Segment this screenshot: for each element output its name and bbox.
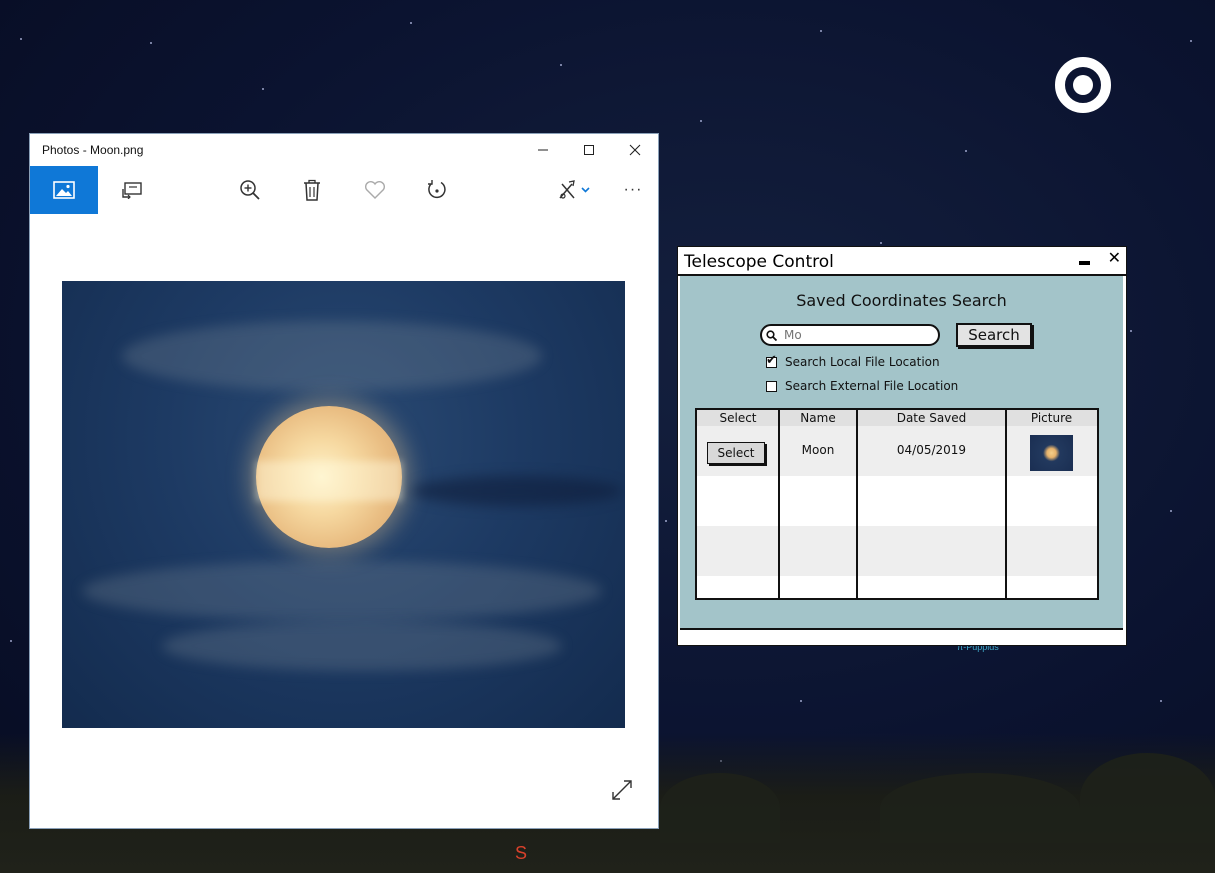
minimize-button[interactable] — [520, 134, 566, 166]
search-local-checkbox-row[interactable]: Search Local File Location — [766, 353, 940, 370]
treeline — [1080, 753, 1215, 843]
table-header: Select Name Date Saved Picture — [697, 410, 1097, 427]
slideshow-button[interactable] — [112, 166, 152, 214]
telescope-minimize-button[interactable] — [1079, 261, 1090, 265]
photos-titlebar: Photos - Moon.png — [30, 134, 658, 166]
column-divider — [1005, 410, 1007, 598]
header-select: Select — [719, 411, 757, 425]
search-local-checkbox[interactable] — [766, 353, 777, 368]
rotate-icon — [428, 180, 446, 199]
view-image-button[interactable] — [30, 166, 98, 214]
telescope-window-title: Telescope Control — [684, 252, 834, 272]
more-button[interactable]: ··· — [615, 166, 651, 214]
close-button[interactable] — [612, 134, 658, 166]
edit-create-icon — [559, 180, 590, 199]
close-icon — [629, 144, 641, 156]
cloud — [122, 321, 542, 391]
trash-icon — [304, 179, 320, 201]
column-divider — [778, 410, 780, 598]
maximize-button[interactable] — [566, 134, 612, 166]
slideshow-icon — [122, 182, 142, 199]
header-picture: Picture — [1030, 411, 1073, 425]
delete-button[interactable] — [292, 166, 332, 214]
column-divider — [856, 410, 858, 598]
header-date-saved: Date Saved — [896, 411, 967, 425]
zoom-in-icon — [240, 180, 260, 200]
dark-cloud — [412, 476, 622, 506]
select-row-button[interactable]: Select — [707, 442, 765, 464]
maximize-icon — [584, 145, 594, 155]
telescope-titlebar: Telescope Control ✕ — [678, 247, 1126, 276]
telescope-panel: Saved Coordinates Search Search Search L… — [680, 276, 1123, 630]
telescope-close-button[interactable]: ✕ — [1108, 248, 1121, 267]
moon-thumbnail[interactable] — [1030, 435, 1073, 471]
search-external-checkbox-row[interactable]: Search External File Location — [766, 378, 958, 394]
telescope-status-bar — [678, 631, 1126, 645]
treeline — [880, 773, 1080, 843]
table-row — [697, 576, 1097, 598]
row-date-saved: 04/05/2019 — [896, 443, 967, 457]
search-button[interactable]: Search — [956, 323, 1032, 347]
heart-icon — [365, 180, 385, 199]
table-row — [697, 476, 1097, 526]
cloud — [82, 561, 602, 621]
moon-photo — [62, 281, 625, 728]
fullscreen-button[interactable] — [611, 779, 633, 806]
header-name: Name — [800, 411, 836, 425]
table-row: Select Moon 04/05/2019 — [697, 426, 1097, 476]
edit-create-button[interactable] — [550, 166, 598, 214]
moon — [256, 406, 402, 548]
table-row — [697, 526, 1097, 576]
search-input[interactable] — [760, 324, 940, 346]
search-icon — [766, 330, 777, 341]
search-local-label: Search Local File Location — [785, 355, 940, 369]
cloud — [162, 621, 562, 671]
photos-window: Photos - Moon.png ··· — [30, 134, 658, 828]
image-icon — [53, 181, 75, 199]
row-name: Moon — [801, 443, 835, 457]
telescope-control-window: Telescope Control ✕ Saved Coordinates Se… — [677, 246, 1127, 646]
rotate-button[interactable] — [417, 166, 457, 214]
zoom-button[interactable] — [230, 166, 270, 214]
compass-south-label: S — [515, 843, 528, 863]
expand-icon — [612, 780, 632, 800]
search-heading: Saved Coordinates Search — [796, 291, 1007, 310]
search-external-checkbox[interactable] — [766, 380, 777, 392]
minimize-icon — [538, 149, 548, 151]
treeline — [660, 773, 780, 843]
favorite-button[interactable] — [355, 166, 395, 214]
photos-window-title: Photos - Moon.png — [42, 143, 144, 157]
photos-toolbar: ··· — [30, 166, 658, 214]
search-external-label: Search External File Location — [785, 379, 959, 393]
target-icon[interactable] — [1055, 57, 1111, 113]
results-table: Select Name Date Saved Picture Select Mo… — [695, 408, 1099, 600]
